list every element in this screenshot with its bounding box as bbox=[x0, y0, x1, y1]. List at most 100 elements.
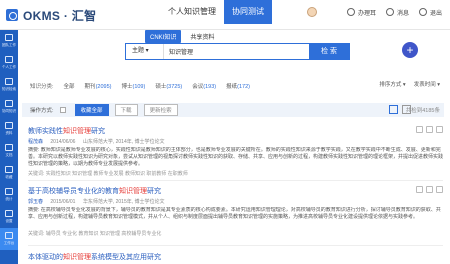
logout-label: 退出 bbox=[429, 10, 442, 17]
sidebar-item-personal-work[interactable]: 个人工作 bbox=[0, 52, 18, 74]
download-button[interactable]: 下载 bbox=[114, 104, 138, 116]
nav-collab-test[interactable]: 协同测试 bbox=[224, 0, 272, 24]
sidebar-item-search[interactable]: 知识检索 bbox=[0, 74, 18, 96]
title-part: 研究 bbox=[147, 188, 161, 195]
title-highlight: 知识管理 bbox=[119, 188, 147, 195]
workbench-icon bbox=[5, 232, 13, 239]
collab-icon bbox=[5, 100, 13, 107]
filter-count: (2095) bbox=[95, 84, 112, 90]
filter-count: (3725) bbox=[166, 84, 183, 90]
logo-icon bbox=[6, 9, 18, 21]
download-icon[interactable] bbox=[426, 186, 433, 193]
divider bbox=[28, 245, 443, 246]
add-button[interactable]: + bbox=[402, 42, 418, 58]
sort-method-dropdown[interactable]: 排序方式 bbox=[379, 80, 405, 88]
result-abstract: 摘要: 在高校辅导员专业化发展的背景下，辅导员的教育知识是其专业素质的核心构成要… bbox=[28, 207, 441, 220]
sidebar-item-label: 协同知识 bbox=[2, 109, 16, 113]
title-highlight: 知识管理 bbox=[63, 254, 91, 261]
sidebar-item-label: 设置 bbox=[5, 219, 13, 223]
sort-date-dropdown[interactable]: 发表时间 bbox=[414, 80, 440, 88]
list-view-icon[interactable] bbox=[389, 105, 398, 114]
result-source: 山东师范大学, 2014年, 博士学位论文 bbox=[82, 139, 165, 145]
title-part: 本体驱动的 bbox=[28, 254, 63, 261]
search-tabs: CNKI知识 共享资料 bbox=[145, 30, 223, 43]
filter-count: (172) bbox=[237, 84, 250, 90]
title-part: 基于高校辅导员专业化的教育 bbox=[28, 188, 119, 195]
result-title[interactable]: 基于高校辅导员专业化的教育知识管理研究 bbox=[28, 186, 443, 196]
plus-icon: + bbox=[406, 43, 414, 57]
sidebar-item-label: 个人工作 bbox=[2, 65, 16, 69]
filter-journal[interactable]: 期刊(2095) bbox=[85, 82, 112, 90]
favorite-icon[interactable] bbox=[416, 126, 423, 133]
folder-icon bbox=[5, 122, 13, 129]
favorite-icon[interactable] bbox=[416, 186, 423, 193]
share-icon[interactable] bbox=[436, 186, 443, 193]
document-icon bbox=[5, 144, 13, 151]
user-label: 办理耳 bbox=[357, 10, 376, 17]
logout-button[interactable]: 退出 bbox=[418, 8, 442, 17]
result-item: 本体驱动的知识管理系统模型及其应用研究 bbox=[28, 252, 443, 264]
filter-name: 硕士 bbox=[155, 84, 167, 90]
sidebar-item-label: 文档 bbox=[5, 153, 13, 157]
user-avatar-icon[interactable] bbox=[306, 7, 317, 17]
logo-text: OKMS · 汇智 bbox=[23, 8, 97, 23]
filter-masters[interactable]: 硕士(3725) bbox=[155, 82, 182, 90]
download-icon[interactable] bbox=[426, 126, 433, 133]
result-keywords: 关键词: 辅导员 专业化 教育知识 知识管理 高校辅导员专业化 bbox=[28, 231, 162, 237]
result-title[interactable]: 教师实践性知识管理研究 bbox=[28, 126, 443, 136]
filter-label: 知识分类: bbox=[30, 84, 54, 90]
app-logo[interactable]: OKMS · 汇智 bbox=[6, 7, 96, 23]
filter-bar: 知识分类: 全部 期刊(2095) 博士(109) 硕士(3725) 会议(19… bbox=[30, 80, 440, 92]
user-menu[interactable]: 办理耳 bbox=[346, 8, 376, 17]
sidebar-item-docs[interactable]: 文档 bbox=[0, 140, 18, 162]
tab-cnki[interactable]: CNKI知识 bbox=[145, 30, 182, 43]
tab-shared-materials[interactable]: 共享资料 bbox=[185, 30, 219, 43]
result-author[interactable]: 郭玉春 bbox=[28, 199, 43, 205]
filter-newspaper[interactable]: 报纸(172) bbox=[226, 82, 250, 90]
sidebar-item-label: 收藏 bbox=[5, 175, 13, 179]
search-field-select[interactable]: 主题 ▾ bbox=[126, 44, 164, 59]
title-highlight: 知识管理 bbox=[63, 128, 91, 135]
header-right: 办理耳 消息 退出 bbox=[306, 6, 442, 18]
action-label: 操作方式: bbox=[30, 108, 54, 114]
sidebar-item-materials[interactable]: 资料 bbox=[0, 118, 18, 140]
refresh-search-button[interactable]: 更新检索 bbox=[143, 104, 178, 116]
messages-label: 消息 bbox=[396, 10, 409, 17]
result-actions bbox=[413, 186, 443, 193]
share-icon[interactable] bbox=[436, 126, 443, 133]
star-icon bbox=[5, 166, 13, 173]
filter-all[interactable]: 全部 bbox=[64, 82, 75, 90]
result-author[interactable]: 程茂森 bbox=[28, 139, 43, 145]
filter-name: 期刊 bbox=[84, 84, 96, 90]
result-date: 2015/06/01 bbox=[50, 199, 76, 205]
sidebar-item-favorites[interactable]: 收藏 bbox=[0, 162, 18, 184]
filter-doctoral[interactable]: 博士(109) bbox=[121, 82, 145, 90]
result-meta: 郭玉春 2015/06/01 华东师范大学, 2015年, 博士学位论文 bbox=[28, 198, 443, 205]
sidebar-item-workbench[interactable]: 工作台 bbox=[0, 228, 18, 250]
title-part: 教师实践性 bbox=[28, 128, 63, 135]
sidebar-item-settings[interactable]: 设置 bbox=[0, 206, 18, 228]
left-sidebar: 团队工作 个人工作 知识检索 协同知识 资料 文档 收藏 统计 设置 工作台 bbox=[0, 30, 18, 264]
sidebar-item-label: 知识检索 bbox=[2, 87, 16, 91]
action-bar: 操作方式: 收藏全部 下载 更新检索 共检到4185条 bbox=[22, 103, 444, 117]
filter-name: 全部 bbox=[63, 84, 75, 90]
result-title[interactable]: 本体驱动的知识管理系统模型及其应用研究 bbox=[28, 252, 443, 262]
search-box: 主题 ▾ 检 索 bbox=[125, 43, 350, 60]
favorite-all-button[interactable]: 收藏全部 bbox=[74, 104, 109, 116]
sidebar-item-collab[interactable]: 协同知识 bbox=[0, 96, 18, 118]
sidebar-item-team-work[interactable]: 团队工作 bbox=[0, 30, 18, 52]
filter-count: (193) bbox=[203, 84, 217, 90]
result-keywords: 关键词: 实践性知识 知识管理 教师专业发展 教师知识 职前教师 在职教师 bbox=[28, 171, 188, 177]
result-item: 教师实践性知识管理研究 程茂森 2014/06/06 山东师范大学, 2014年… bbox=[28, 126, 443, 177]
select-all-checkbox[interactable] bbox=[59, 107, 66, 113]
sidebar-item-label: 统计 bbox=[5, 197, 13, 201]
nav-personal-knowledge[interactable]: 个人知识管理 bbox=[160, 0, 224, 24]
search-button[interactable]: 检 索 bbox=[309, 44, 349, 59]
title-part: 系统模型及其应用研究 bbox=[91, 254, 161, 261]
search-input[interactable] bbox=[164, 44, 309, 59]
result-total: 共检到4185条 bbox=[405, 108, 440, 114]
filter-conference[interactable]: 会议(193) bbox=[192, 82, 216, 90]
messages-button[interactable]: 消息 bbox=[385, 8, 409, 17]
sidebar-item-stats[interactable]: 统计 bbox=[0, 184, 18, 206]
bell-icon bbox=[385, 8, 394, 16]
